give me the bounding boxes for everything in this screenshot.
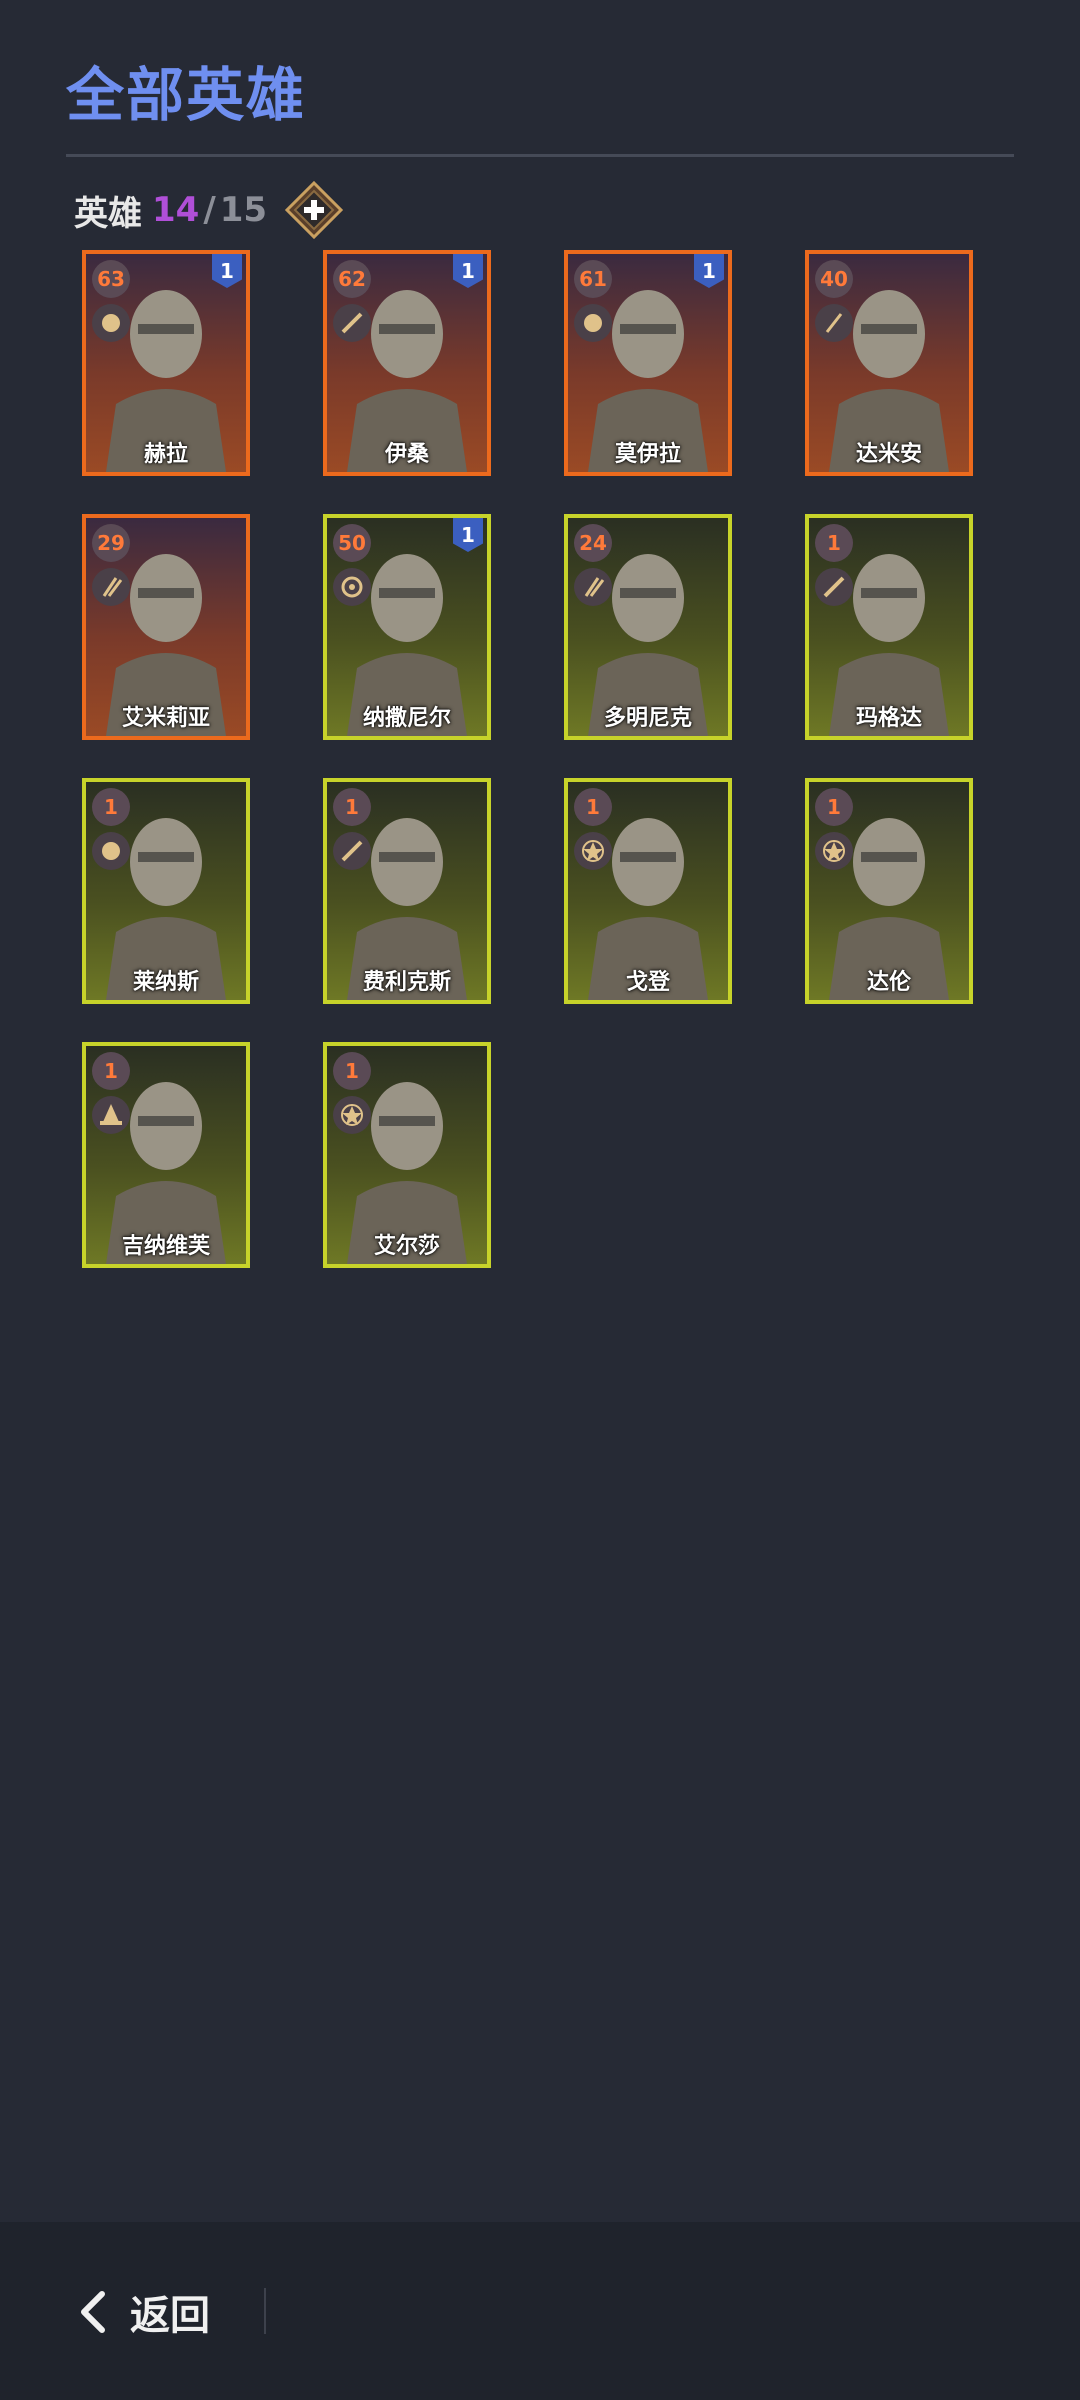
hero-name: 纳撒尼尔 <box>362 706 451 731</box>
arrows-icon <box>574 568 612 606</box>
hero-name: 艾米莉亚 <box>121 706 210 731</box>
horse-helm-icon <box>92 832 130 870</box>
hero-card[interactable]: 1 戈登 <box>564 778 732 1004</box>
hero-card[interactable]: 1 吉纳维芙 <box>82 1042 250 1268</box>
hero-card[interactable]: 1 玛格达 <box>805 514 973 740</box>
hero-name: 艾尔莎 <box>373 1234 440 1259</box>
hero-name: 赫拉 <box>143 442 188 467</box>
page-title: 全部英雄 <box>66 61 307 129</box>
hero-card[interactable]: 1 达伦 <box>805 778 973 1004</box>
hero-card[interactable]: 1 艾尔莎 <box>323 1042 491 1268</box>
hero-level-badge: 61 <box>574 260 612 298</box>
back-label: 返回 <box>130 2293 210 2339</box>
arrows-icon <box>92 568 130 606</box>
hero-card[interactable]: 24 多明尼克 <box>564 514 732 740</box>
hero-count-separator: / <box>203 190 216 230</box>
hero-card[interactable]: 62 1 伊桑 <box>323 250 491 476</box>
hero-name: 莫伊拉 <box>614 442 681 467</box>
dagger-icon <box>815 304 853 342</box>
hero-level-badge: 1 <box>815 524 853 562</box>
hero-name: 达米安 <box>855 442 922 467</box>
pentagram-icon <box>333 1096 371 1134</box>
hero-level-badge: 1 <box>92 1052 130 1090</box>
hero-count-row: 英雄 14 / 15 <box>74 180 344 240</box>
pentagram-icon <box>815 832 853 870</box>
hero-level-badge: 50 <box>333 524 371 562</box>
hero-card[interactable]: 63 1 赫拉 <box>82 250 250 476</box>
hero-level-badge: 1 <box>333 788 371 826</box>
hero-level-badge: 29 <box>92 524 130 562</box>
target-icon <box>333 568 371 606</box>
title-divider <box>66 154 1014 157</box>
sword-icon <box>815 568 853 606</box>
hero-level-badge: 24 <box>574 524 612 562</box>
hero-total-count: 15 <box>219 190 268 230</box>
hero-card[interactable]: 1 莱纳斯 <box>82 778 250 1004</box>
pentagram-icon <box>574 832 612 870</box>
hero-count-label: 英雄 <box>74 193 142 234</box>
hero-name: 伊桑 <box>384 442 429 467</box>
hero-level-badge: 62 <box>333 260 371 298</box>
hero-name: 戈登 <box>625 970 670 995</box>
hero-level-badge: 1 <box>92 788 130 826</box>
hero-level-badge: 63 <box>92 260 130 298</box>
sword-icon <box>333 832 371 870</box>
back-button[interactable]: 返回 <box>74 2280 210 2344</box>
wizard-hat-icon <box>92 1096 130 1134</box>
hero-name: 吉纳维芙 <box>121 1234 210 1259</box>
sword-icon <box>333 304 371 342</box>
chevron-left-icon <box>81 2291 105 2333</box>
hero-card[interactable]: 40 达米安 <box>805 250 973 476</box>
plus-diamond-icon <box>284 180 344 240</box>
hero-level-badge: 1 <box>574 788 612 826</box>
hero-name: 达伦 <box>866 970 911 995</box>
hero-card[interactable]: 1 费利克斯 <box>323 778 491 1004</box>
hero-name: 莱纳斯 <box>132 970 199 995</box>
hero-card[interactable]: 50 1 纳撒尼尔 <box>323 514 491 740</box>
hero-name: 玛格达 <box>855 706 922 731</box>
bottom-bar-separator <box>264 2288 266 2334</box>
horse-helm-icon <box>574 304 612 342</box>
hero-level-badge: 1 <box>815 788 853 826</box>
hero-card[interactable]: 61 1 莫伊拉 <box>564 250 732 476</box>
add-hero-slot-button[interactable] <box>284 180 344 240</box>
hero-level-badge: 1 <box>333 1052 371 1090</box>
horse-helm-icon <box>92 304 130 342</box>
hero-name: 费利克斯 <box>362 970 451 995</box>
hero-owned-count: 14 <box>152 190 200 230</box>
hero-name: 多明尼克 <box>603 706 692 731</box>
hero-level-badge: 40 <box>815 260 853 298</box>
hero-card[interactable]: 29 艾米莉亚 <box>82 514 250 740</box>
